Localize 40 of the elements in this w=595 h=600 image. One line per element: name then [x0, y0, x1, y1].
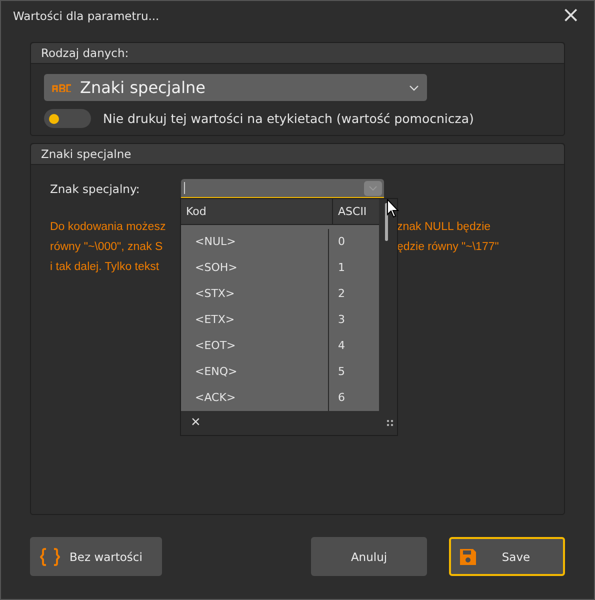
- column-header: Kod: [181, 199, 333, 224]
- ascii-cell[interactable]: 1: [329, 261, 345, 274]
- save-icon: [459, 548, 477, 566]
- field-label: Znak specjalny:: [50, 182, 141, 196]
- ascii-cell[interactable]: 0: [329, 235, 345, 248]
- close-button[interactable]: ×: [558, 5, 584, 27]
- toggle-label: Nie drukuj tej wartości na etykietach (wartość pomocnicza): [103, 111, 474, 126]
- input-field[interactable]: [181, 179, 384, 199]
- cancel-button[interactable]: Anuluj: [311, 537, 427, 576]
- code-cell[interactable]: <ETX>: [181, 306, 329, 332]
- panel-title: Rodzaj danych:: [41, 46, 129, 60]
- ascii-cell[interactable]: 3: [329, 313, 345, 326]
- braces-icon: [40, 548, 60, 566]
- column-header: ASCII: [337, 204, 367, 220]
- window-title: Wartości dla parametru...: [13, 9, 160, 23]
- save-button[interactable]: Save: [449, 537, 565, 576]
- ascii-cell[interactable]: 5: [329, 365, 345, 378]
- toggle-switch[interactable]: [44, 109, 91, 128]
- help-text: znak NULL będzie: [397, 220, 492, 235]
- help-text: i tak dalej. Tylko tekst: [50, 260, 160, 275]
- code-cell[interactable]: <EOT>: [181, 332, 329, 358]
- help-text: Do kodowania możesz: [50, 220, 167, 235]
- chevron-icon: [409, 84, 419, 90]
- resize-grip-icon[interactable]: [387, 420, 393, 426]
- help-text: równy "~\000", znak S: [50, 240, 164, 255]
- ascii-cell[interactable]: 6: [329, 391, 345, 404]
- ascii-cell[interactable]: 4: [329, 339, 345, 352]
- code-cell[interactable]: <ENQ>: [181, 358, 329, 384]
- cursor-icon: [387, 199, 399, 218]
- ascii-cell[interactable]: 2: [329, 287, 345, 300]
- code-cell[interactable]: <ACK>: [181, 384, 329, 410]
- clear-button[interactable]: ×: [191, 414, 200, 431]
- data-type-dropdown[interactable]: Znaki specjalne: [44, 74, 427, 101]
- code-cell[interactable]: <SOH>: [181, 254, 329, 280]
- code-cell[interactable]: <STX>: [181, 280, 329, 306]
- panel-title: Znaki specjalne: [41, 147, 132, 161]
- no-value-button[interactable]: Bez wartości: [30, 537, 162, 576]
- text-type-icon: [52, 84, 72, 92]
- code-cell[interactable]: <NUL>: [181, 228, 329, 254]
- help-text: ędzie równy "~\177": [397, 240, 499, 255]
